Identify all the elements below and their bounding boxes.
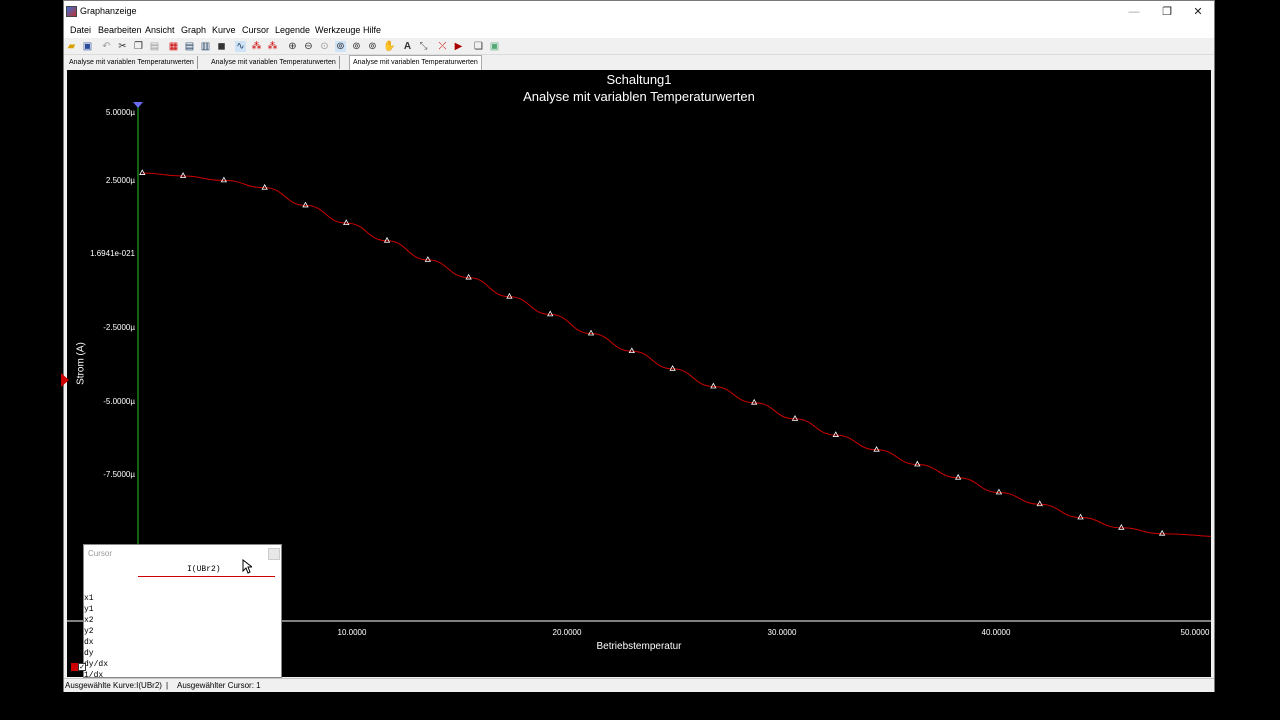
data-point bbox=[669, 364, 676, 371]
open-icon[interactable]: ▰ bbox=[66, 41, 77, 52]
bar-icon[interactable]: ▥ bbox=[200, 41, 211, 52]
app-icon bbox=[66, 6, 77, 17]
status-separator: | bbox=[166, 681, 169, 690]
cursor-panel-close-button[interactable] bbox=[268, 548, 280, 560]
menu-ansicht[interactable]: Ansicht bbox=[145, 25, 175, 35]
data-point bbox=[751, 398, 758, 405]
pan-icon[interactable]: ✋ bbox=[383, 41, 395, 52]
data-point bbox=[302, 201, 309, 208]
cursor-row-x2: x2 bbox=[84, 616, 94, 625]
cursor-row-x1: x1 bbox=[84, 594, 94, 603]
legend-icon[interactable]: ▤ bbox=[184, 41, 195, 52]
menu-bearbeiten[interactable]: Bearbeiten bbox=[98, 25, 142, 35]
menu-graph[interactable]: Graph bbox=[181, 25, 206, 35]
paste-icon[interactable]: ▤ bbox=[149, 41, 160, 52]
zoom-out-icon[interactable]: ⊖ bbox=[303, 41, 314, 52]
menu-datei[interactable]: Datei bbox=[70, 25, 91, 35]
cursor-rows: x1 y1 x2 y2 dx dy dy/dx 1/dx bbox=[84, 593, 108, 681]
curve-visibility-checkbox[interactable]: ✓ bbox=[78, 663, 86, 671]
cursor-row-y1: y1 bbox=[84, 605, 94, 614]
status-selected-cursor: Ausgewählter Cursor: 1 bbox=[177, 681, 261, 690]
tab-strip: Analyse mit variablen Temperaturwerten A… bbox=[64, 55, 1214, 70]
grid-icon[interactable]: ▦ bbox=[168, 41, 179, 52]
dark-bg-icon[interactable]: ◼ bbox=[216, 41, 227, 52]
cursor-row-dydx: dy/dx bbox=[84, 660, 109, 669]
data-point bbox=[791, 415, 799, 421]
undo-icon[interactable]: ↶ bbox=[101, 41, 112, 52]
title-bar: Graphanzeige — ❐ ✕ bbox=[64, 1, 1214, 23]
menu-legende[interactable]: Legende bbox=[275, 25, 310, 35]
restore-button[interactable]: ❐ bbox=[1151, 1, 1183, 23]
cursor-row-dx: dx bbox=[84, 638, 94, 647]
tab-analysis-2[interactable]: Analyse mit variablen Temperaturwerten bbox=[208, 56, 340, 69]
data-point bbox=[220, 176, 228, 183]
data-point bbox=[710, 382, 717, 389]
data-point bbox=[383, 236, 391, 243]
data-point bbox=[465, 273, 472, 280]
menu-bar: Datei Bearbeiten Ansicht Graph Kurve Cur… bbox=[64, 23, 1214, 38]
cursor-row-y2: y2 bbox=[84, 627, 94, 636]
data-point bbox=[1077, 513, 1084, 520]
copy-icon[interactable]: ❐ bbox=[133, 41, 144, 52]
save-icon[interactable]: ▣ bbox=[82, 41, 93, 52]
data-point bbox=[954, 473, 962, 480]
zoom-in-icon[interactable]: ⊕ bbox=[287, 41, 298, 52]
axis-icon[interactable]: ⤡ bbox=[418, 41, 429, 52]
tab-analysis-1[interactable]: Analyse mit variablen Temperaturwerten bbox=[66, 56, 198, 69]
zoom-fit-icon[interactable]: ⊙ bbox=[319, 41, 330, 52]
status-bar: Ausgewählte Kurve:I(UBr2) | Ausgewählter… bbox=[64, 678, 1214, 692]
data-point bbox=[506, 292, 513, 299]
export-icon[interactable]: ▣ bbox=[489, 41, 500, 52]
close-button[interactable]: ✕ bbox=[1182, 1, 1214, 23]
curve-icon[interactable]: ⤫ bbox=[437, 41, 448, 52]
cursor-handle[interactable] bbox=[133, 102, 143, 108]
cursor-row-dy: dy bbox=[84, 649, 94, 658]
data-point bbox=[343, 219, 350, 225]
cursor-icon[interactable]: ⁂ bbox=[251, 41, 262, 52]
menu-werkzeuge[interactable]: Werkzeuge bbox=[315, 25, 360, 35]
data-point bbox=[873, 445, 880, 452]
data-point bbox=[995, 488, 1003, 495]
cursor-column-header: I(UBr2) bbox=[187, 565, 221, 574]
window-title: Graphanzeige bbox=[80, 6, 137, 16]
series-line[interactable] bbox=[142, 172, 1211, 537]
data-point bbox=[914, 460, 921, 467]
data-point bbox=[832, 431, 839, 437]
zoom-y-icon[interactable]: ⊚ bbox=[351, 41, 362, 52]
data-point bbox=[547, 310, 554, 317]
status-selected-curve: Ausgewählte Kurve:I(UBr2) bbox=[65, 681, 162, 690]
cursor-row-inv-dx: 1/dx bbox=[84, 671, 104, 680]
line-icon[interactable]: ∿ bbox=[235, 41, 246, 52]
toolbar: ▰ ▣ ↶ ✂ ❐ ▤ ▦ ▤ ▥ ◼ ∿ ⁂ ⁂ ⊕ ⊖ ⊙ ⊚ ⊚ ⊚ ✋ … bbox=[64, 38, 1214, 55]
data-point bbox=[628, 347, 635, 354]
data-point bbox=[179, 172, 187, 178]
data-point bbox=[587, 329, 595, 336]
data-point bbox=[139, 169, 146, 175]
menu-kurve[interactable]: Kurve bbox=[212, 25, 236, 35]
minimize-button[interactable]: — bbox=[1118, 1, 1150, 23]
text-icon[interactable]: A bbox=[402, 41, 413, 52]
data-point bbox=[1036, 500, 1043, 507]
cut-icon[interactable]: ✂ bbox=[117, 41, 128, 52]
zoom-x-icon[interactable]: ⊚ bbox=[335, 41, 346, 52]
cursor2-icon[interactable]: ⁂ bbox=[267, 41, 278, 52]
data-point bbox=[1118, 523, 1125, 530]
zoom-area-icon[interactable]: ⊚ bbox=[367, 41, 378, 52]
data-point bbox=[424, 256, 432, 262]
tab-analysis-3[interactable]: Analyse mit variablen Temperaturwerten bbox=[349, 55, 482, 70]
menu-hilfe[interactable]: Hilfe bbox=[363, 25, 381, 35]
menu-cursor[interactable]: Cursor bbox=[242, 25, 269, 35]
cursor-curve-line bbox=[138, 576, 275, 577]
y-marker-icon[interactable] bbox=[61, 373, 69, 387]
data-point bbox=[1158, 529, 1166, 536]
props-icon[interactable]: ▶ bbox=[453, 41, 464, 52]
cursor-panel-title: Cursor bbox=[88, 549, 113, 558]
curve-color-swatch bbox=[71, 663, 78, 671]
cursor-panel[interactable]: Cursor I(UBr2) x1 y1 x2 y2 dx dy dy/dx 1… bbox=[71, 544, 282, 681]
data-point bbox=[261, 183, 268, 190]
copy-graph-icon[interactable]: ❏ bbox=[473, 41, 484, 52]
mouse-pointer-icon bbox=[242, 559, 252, 574]
